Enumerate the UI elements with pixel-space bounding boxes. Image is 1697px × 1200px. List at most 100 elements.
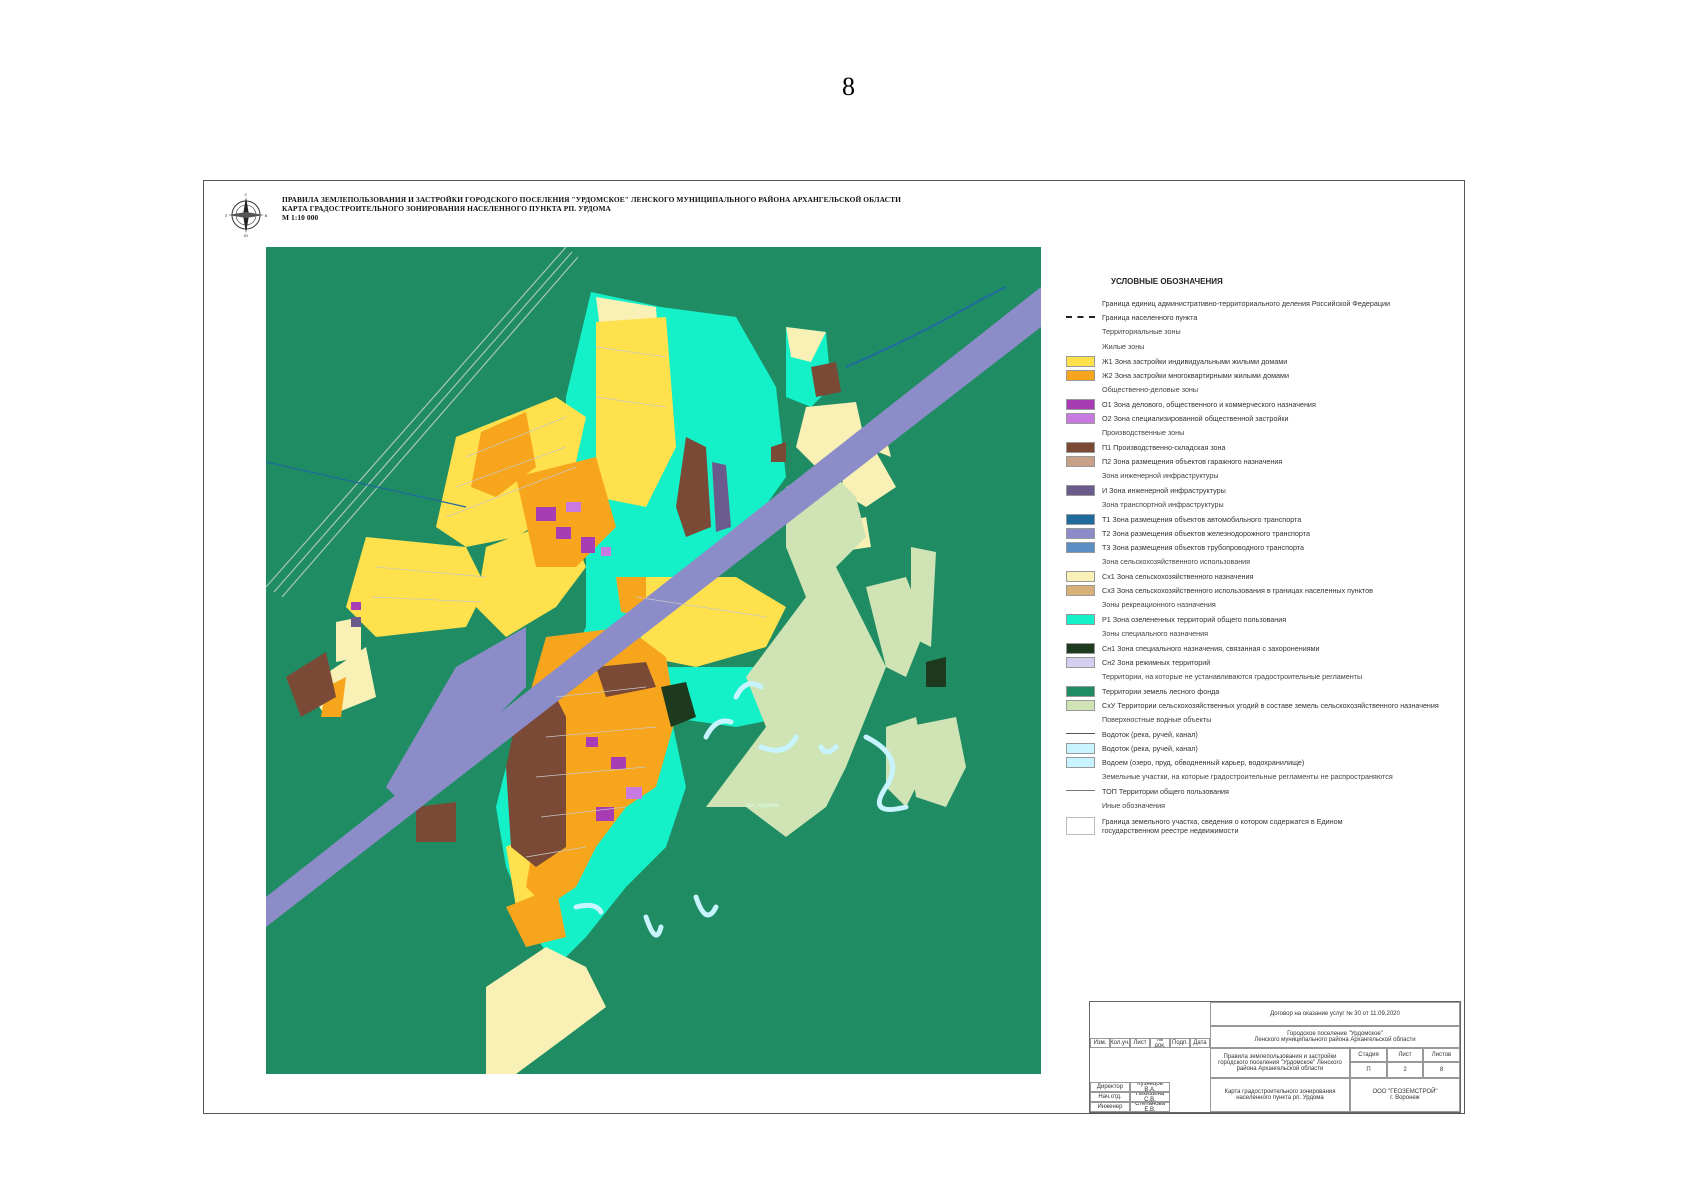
legend-label: Сн1 Зона специального назначения, связан…: [1102, 643, 1320, 653]
legend-heading: Производственные зоны: [1102, 428, 1185, 437]
legend-swatch: [1066, 484, 1095, 496]
legend-label: Территории земель лесного фонда: [1102, 686, 1220, 696]
legend-swatch: [1066, 790, 1095, 792]
legend-label: Сх1 Зона сельскохозяйственного назначени…: [1102, 571, 1254, 581]
legend-heading: Поверхностные водные объекты: [1102, 715, 1212, 724]
legend-label: Р1 Зона озелененных территорий общего по…: [1102, 614, 1287, 624]
legend-swatch: [1066, 316, 1095, 318]
stamp-name-2: Степанова Е.В.: [1130, 1102, 1170, 1112]
legend-heading: Территории, на которые не устанавливаютс…: [1102, 672, 1363, 681]
legend-label: Граница населенного пункта: [1102, 312, 1198, 322]
legend-label: Ж2 Зона застройки многоквартирными жилым…: [1102, 370, 1289, 380]
legend-heading: Зоны рекреационного назначения: [1102, 600, 1216, 609]
legend-swatch: [1066, 455, 1095, 467]
legend-item: Т1 Зона размещения объектов автомобильно…: [1066, 512, 1458, 526]
legend-item: Т3 Зона размещения объектов трубопроводн…: [1066, 540, 1458, 554]
map-title-line2: КАРТА ГРАДОСТРОИТЕЛЬНОГО ЗОНИРОВАНИЯ НАС…: [282, 204, 611, 213]
legend-swatch: [1066, 541, 1095, 553]
legend-swatch: [1066, 817, 1095, 835]
legend-swatch: [1066, 733, 1095, 735]
legend-item: Граница единиц административно-территори…: [1066, 296, 1458, 310]
legend-heading: Зона транспортной инфраструктуры: [1102, 500, 1224, 509]
legend-swatch: [1066, 756, 1095, 768]
stamp-contract: Договор на оказание услуг № 30 от 11.09.…: [1210, 1002, 1460, 1026]
stamp-hdr-5: Дата: [1190, 1038, 1210, 1048]
page-number: 8: [842, 72, 855, 101]
legend-label: П2 Зона размещения объектов гаражного на…: [1102, 456, 1283, 466]
legend-heading: Территориальные зоны: [1102, 327, 1181, 336]
legend-label: Водоем (озеро, пруд, обводненный карьер,…: [1102, 757, 1305, 767]
legend-item: П1 Производственно-складская зона: [1066, 440, 1458, 454]
stamp-sheets: 8: [1423, 1062, 1460, 1078]
legend-heading: Зоны специального назначения: [1102, 629, 1209, 638]
stamp-hdr-2: Лист: [1130, 1038, 1150, 1048]
map-scale: М 1:10 000: [282, 213, 319, 222]
stamp-sheet-header: Лист: [1387, 1048, 1423, 1062]
zoning-map-canvas: пос.Урдома: [266, 247, 1041, 1074]
legend-item: Сх3 Зона сельскохозяйственного использов…: [1066, 583, 1458, 597]
compass-rose-icon: С Ю В З: [225, 193, 268, 237]
stamp-settlement-cell: Городское поселение "Урдомское" Ленского…: [1210, 1026, 1460, 1048]
zone-cemetery-east: [926, 657, 946, 687]
legend-swatch: [1066, 441, 1095, 453]
legend-item: Граница земельного участка, сведения о к…: [1066, 813, 1458, 839]
legend-label: Водоток (река, ручей, канал): [1102, 729, 1198, 739]
legend-swatch: [1066, 369, 1095, 381]
legend-heading: Жилые зоны: [1102, 342, 1145, 351]
compass-n: С: [245, 193, 248, 197]
legend-swatch: [1066, 412, 1095, 424]
legend-label: П1 Производственно-складская зона: [1102, 442, 1226, 452]
legend-heading: Зона сельскохозяйственного использования: [1102, 557, 1251, 566]
legend-label: СхУ Территории сельскохозяйственных угод…: [1102, 700, 1439, 710]
legend-label: И Зона инженерной инфраструктуры: [1102, 485, 1226, 495]
legend-heading: Зона инженерной инфраструктуры: [1102, 471, 1219, 480]
legend-item: Водоток (река, ручей, канал): [1066, 727, 1458, 741]
legend-item: Граница населенного пункта: [1066, 310, 1458, 324]
map-title-block: ПРАВИЛА ЗЕМЛЕПОЛЬЗОВАНИЯ И ЗАСТРОЙКИ ГОР…: [282, 195, 901, 222]
legend-swatch: [1066, 570, 1095, 582]
stamp-hdr-0: Изм.: [1090, 1038, 1110, 1048]
legend-swatch: [1066, 656, 1095, 668]
stamp-sheet: 2: [1387, 1062, 1423, 1078]
legend-label: Т2 Зона размещения объектов железнодорож…: [1102, 528, 1310, 538]
zoning-map: пос.Урдома: [266, 247, 1041, 1074]
legend-item: П2 Зона размещения объектов гаражного на…: [1066, 454, 1458, 468]
stamp-hdr-4: Подп.: [1170, 1038, 1190, 1048]
legend-swatch: [1066, 642, 1095, 654]
legend-rows: Граница единиц административно-территори…: [1066, 296, 1458, 839]
stamp-hdr-3: № док.: [1150, 1038, 1170, 1048]
stamp-map-name: Карта градостроительного зонирования нас…: [1210, 1078, 1350, 1112]
legend-item: Сн2 Зона режимных территорий: [1066, 655, 1458, 669]
legend-swatch: [1066, 584, 1095, 596]
stamp-role-2: Инженер: [1090, 1102, 1130, 1112]
legend-label: О2 Зона специализированной общественной …: [1102, 413, 1289, 423]
legend-label: Т1 Зона размещения объектов автомобильно…: [1102, 514, 1302, 524]
compass-s: Ю: [244, 233, 248, 237]
legend-swatch: [1066, 355, 1095, 367]
legend-item: Территории земель лесного фонда: [1066, 684, 1458, 698]
title-stamp: Договор на оказание услуг № 30 от 11.09.…: [1089, 1001, 1461, 1113]
stamp-name-0: Кузнецов В.А.: [1130, 1082, 1170, 1092]
map-title-line1: ПРАВИЛА ЗЕМЛЕПОЛЬЗОВАНИЯ И ЗАСТРОЙКИ ГОР…: [282, 195, 901, 204]
legend-swatch: [1066, 302, 1095, 304]
map-legend: УСЛОВНЫЕ ОБОЗНАЧЕНИЯ Граница единиц адми…: [1066, 277, 1458, 839]
legend-item: СхУ Территории сельскохозяйственных угод…: [1066, 698, 1458, 712]
stamp-stage: П: [1350, 1062, 1387, 1078]
legend-heading: Иные обозначения: [1102, 801, 1166, 810]
stamp-hdr-1: Кол.уч.: [1110, 1038, 1130, 1048]
legend-item: Водоток (река, ручей, канал): [1066, 741, 1458, 755]
legend-swatch: [1066, 685, 1095, 697]
legend-item: Р1 Зона озелененных территорий общего по…: [1066, 612, 1458, 626]
legend-heading: Земельные участки, на которые градострои…: [1102, 772, 1393, 781]
stamp-role-1: Нач.отд.: [1090, 1092, 1130, 1102]
stamp-signature-grid: Изм. Кол.уч. Лист № док. Подп. Дата Дире…: [1090, 1002, 1210, 1112]
compass-w: З: [225, 213, 228, 218]
legend-label: Ж1 Зона застройки индивидуальными жилыми…: [1102, 356, 1288, 366]
legend-item: О1 Зона делового, общественного и коммер…: [1066, 397, 1458, 411]
legend-item: Т2 Зона размещения объектов железнодорож…: [1066, 526, 1458, 540]
legend-label: Граница земельного участка, сведения о к…: [1102, 817, 1343, 835]
stamp-sheets-header: Листов: [1423, 1048, 1460, 1062]
stamp-org-cell: ООО "ГЕОЗЕМСТРОЙ" г. Воронеж: [1350, 1078, 1460, 1112]
legend-item: ТОП Территории общего пользования: [1066, 784, 1458, 798]
legend-swatch: [1066, 613, 1095, 625]
